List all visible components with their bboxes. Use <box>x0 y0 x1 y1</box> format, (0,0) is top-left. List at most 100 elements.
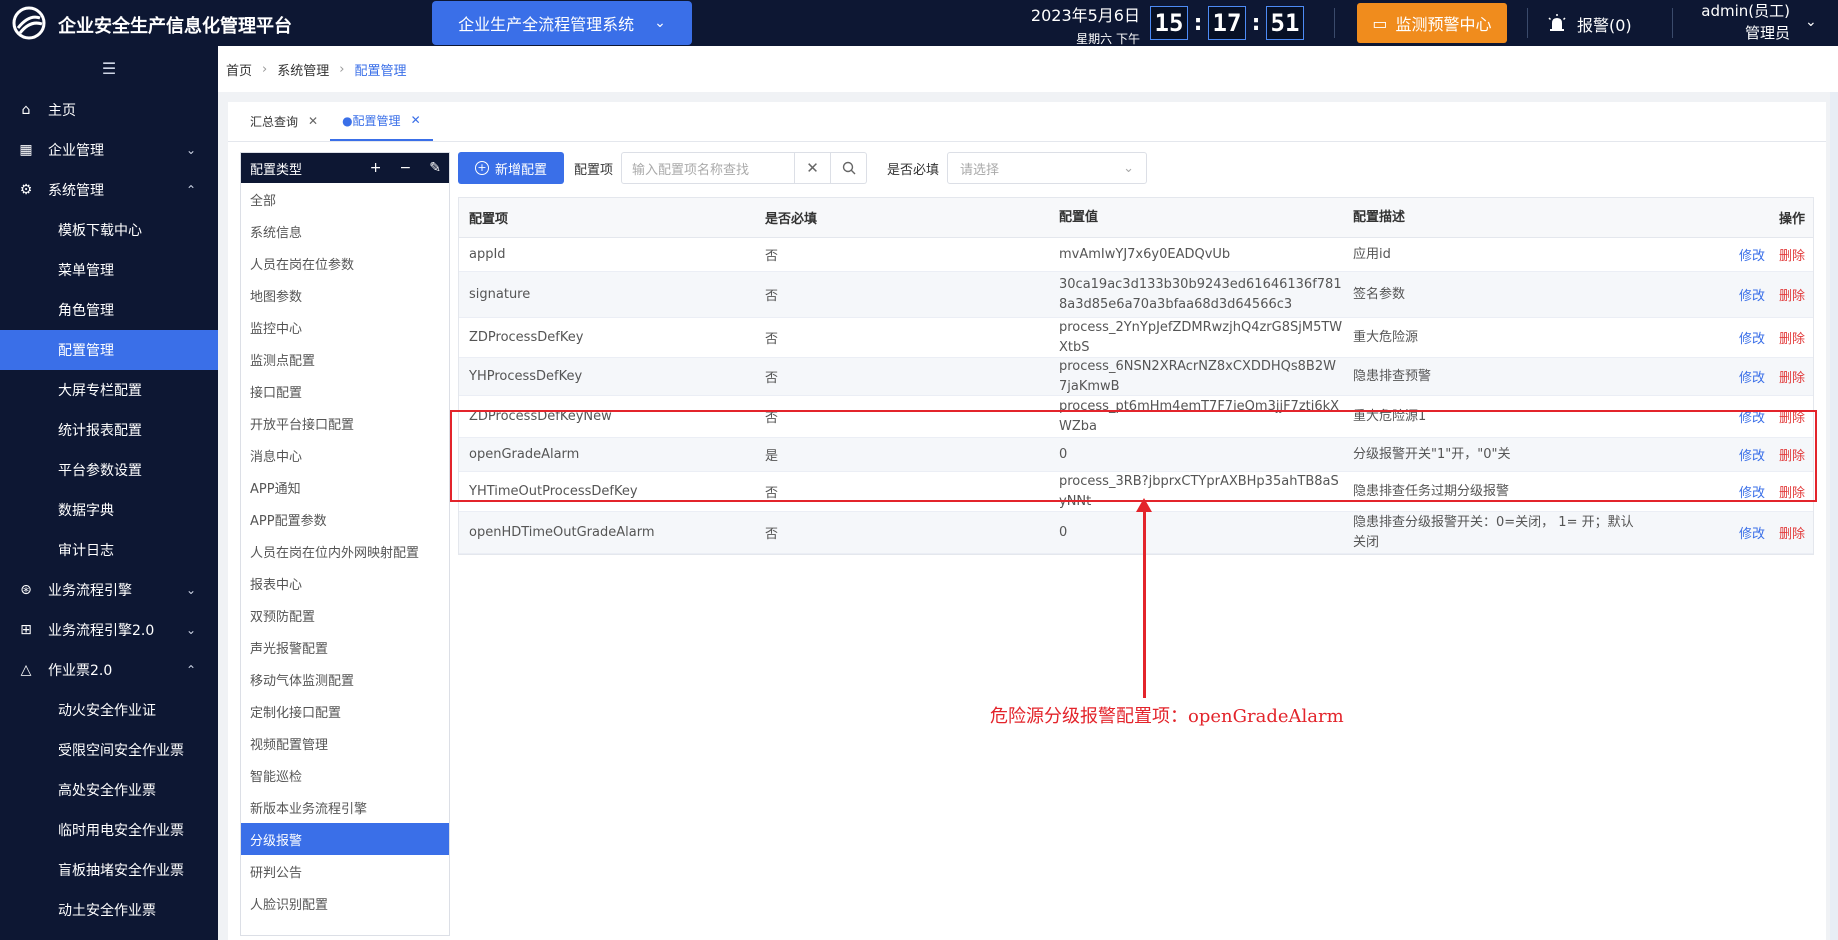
tab-summary-query[interactable]: 汇总查询 ✕ <box>238 101 330 141</box>
required-select[interactable]: 请选择 ⌄ <box>947 152 1148 184</box>
search-icon[interactable] <box>831 152 868 184</box>
delete-link[interactable]: 删除 <box>1779 523 1805 542</box>
delete-link[interactable]: 删除 <box>1779 285 1805 304</box>
sidebar-item-system[interactable]: ⚙ 系统管理 ⌃ <box>0 170 218 210</box>
chevron-down-icon: ⌄ <box>654 15 666 31</box>
config-type-list: 全部 系统信息 人员在岗在位参数 地图参数 监控中心 监测点配置 接口配置 开放平台接口配置消… <box>241 183 449 919</box>
sidebar-subitem[interactable]: 菜单管理 <box>0 250 218 290</box>
sidebar-subitem[interactable]: 审计日志 <box>0 530 218 570</box>
delete-link[interactable]: 删除 <box>1779 367 1805 386</box>
config-type-item[interactable]: 人员在岗在位内外网映射配置 <box>241 535 449 567</box>
tab-config-management[interactable]: ●配置管理 ✕ <box>330 101 433 141</box>
config-type-item[interactable]: 系统信息 <box>241 215 449 247</box>
sidebar-item-home[interactable]: ⌂ 主页 <box>0 90 218 130</box>
config-type-item[interactable]: 智能巡检 <box>241 759 449 791</box>
platform-logo <box>12 6 46 40</box>
sidebar-item-flow-engine[interactable]: ⊛ 业务流程引擎 ⌄ <box>0 570 218 610</box>
chevron-up-icon: ⌃ <box>185 183 196 197</box>
config-type-item[interactable]: 定制化接口配置 <box>241 695 449 727</box>
required-cell: 否 <box>765 332 779 347</box>
clear-icon[interactable]: ✕ <box>795 152 832 184</box>
config-type-item[interactable]: 声光报警配置 <box>241 631 449 663</box>
column-header: 配置描述 <box>1353 209 1406 225</box>
edit-link[interactable]: 修改 <box>1739 245 1765 264</box>
edit-link[interactable]: 修改 <box>1739 328 1765 347</box>
clock-colon: : <box>1193 10 1203 36</box>
sidebar-subitem[interactable]: 数据字典 <box>0 490 218 530</box>
close-icon[interactable]: ✕ <box>308 114 318 128</box>
config-key-cell: ZDProcessDefKey <box>469 330 584 345</box>
config-type-item[interactable]: APP通知 <box>241 471 449 503</box>
config-type-item[interactable]: 视频配置管理 <box>241 727 449 759</box>
config-type-item[interactable]: 地图参数 <box>241 279 449 311</box>
config-item-label: 配置项 <box>574 162 614 178</box>
page-scrollbar[interactable] <box>1830 92 1838 940</box>
alarm-label: 报警(0) <box>1577 16 1632 35</box>
clock-colon: : <box>1251 10 1261 36</box>
config-type-item[interactable]: 监控中心 <box>241 311 449 343</box>
config-type-item[interactable]: 移动气体监测配置 <box>241 663 449 695</box>
config-type-item[interactable]: 监测点配置 <box>241 343 449 375</box>
sidebar-subitem[interactable]: 受限空间安全作业票 <box>0 730 218 770</box>
close-icon[interactable]: ✕ <box>411 113 421 127</box>
add-config-button[interactable]: + 新增配置 <box>458 152 564 184</box>
sidebar-item-work-ticket[interactable]: △ 作业票2.0 ⌃ <box>0 650 218 690</box>
system-selector[interactable]: 企业生产全流程管理系统 ⌄ <box>432 1 692 45</box>
config-type-item[interactable]: 新版本业务流程引擎 <box>241 791 449 823</box>
config-type-item[interactable]: APP配置参数 <box>241 503 449 535</box>
menu-collapse-icon[interactable]: ☰ <box>0 46 218 90</box>
tab-label: 汇总查询 <box>250 114 299 129</box>
date-display: 2023年5月6日 星期六 下午 <box>1030 2 1140 47</box>
user-menu[interactable]: admin(员工) 管理员 <box>1690 0 1790 44</box>
sidebar-subitem[interactable]: 动土安全作业票 <box>0 890 218 930</box>
config-type-item[interactable]: 人脸识别配置 <box>241 887 449 919</box>
breadcrumb-item[interactable]: 系统管理 <box>277 60 329 79</box>
required-select-placeholder: 请选择 <box>960 162 1000 178</box>
date-text: 2023年5月6日 <box>1030 6 1140 25</box>
config-desc-cell: 重大危险源 <box>1353 329 1419 345</box>
edit-link[interactable]: 修改 <box>1739 367 1765 386</box>
config-type-item[interactable]: 全部 <box>241 183 449 215</box>
chevron-right-icon: › <box>339 61 345 77</box>
monitor-center-button[interactable]: ▭ 监测预警中心 <box>1357 3 1507 43</box>
sidebar-subitem[interactable]: 临时用电安全作业票 <box>0 810 218 850</box>
chevron-down-icon: ⌄ <box>185 623 196 637</box>
config-type-item[interactable]: 报表中心 <box>241 567 449 599</box>
config-type-actions: + − ✎ <box>370 153 441 183</box>
edit-link[interactable]: 修改 <box>1739 523 1765 542</box>
sidebar-subitem[interactable]: 动火安全作业证 <box>0 690 218 730</box>
chevron-down-icon[interactable]: ⌄ <box>1805 14 1817 30</box>
sidebar-item-enterprise[interactable]: ▦ 企业管理 ⌄ <box>0 130 218 170</box>
sidebar-item-flow-engine-2[interactable]: ⊞ 业务流程引擎2.0 ⌄ <box>0 610 218 650</box>
delete-link[interactable]: 删除 <box>1779 328 1805 347</box>
required-cell: 否 <box>765 371 779 386</box>
column-header: 配置值 <box>1059 209 1099 225</box>
config-type-item[interactable]: 开放平台接口配置 <box>241 407 449 439</box>
delete-link[interactable]: 删除 <box>1779 245 1805 264</box>
breadcrumb-item[interactable]: 首页 <box>226 60 252 79</box>
sidebar-subitem[interactable]: 统计报表配置 <box>0 410 218 450</box>
edit-icon[interactable]: ✎ <box>429 160 441 176</box>
config-type-item[interactable]: 分级报警 <box>241 823 449 855</box>
sidebar-subitem[interactable]: 盲板抽堵安全作业票 <box>0 850 218 890</box>
search-input[interactable]: 输入配置项名称查找 <box>621 152 796 184</box>
minus-icon[interactable]: − <box>400 160 412 176</box>
config-type-item[interactable]: 人员在岗在位参数 <box>241 247 449 279</box>
alarm-button[interactable]: 报警(0) <box>1547 12 1632 36</box>
sidebar: ☰ ⌂ 主页 ▦ 企业管理 ⌄ ⚙ 系统管理 ⌃ 模板下载中心 菜单管理 角色管… <box>0 46 218 940</box>
sidebar-subitem-active[interactable]: 配置管理 <box>0 330 218 370</box>
config-type-item[interactable]: 接口配置 <box>241 375 449 407</box>
header-divider <box>1672 8 1673 38</box>
sidebar-subitem[interactable]: 平台参数设置 <box>0 450 218 490</box>
sidebar-subitem[interactable]: 模板下载中心 <box>0 210 218 250</box>
sidebar-subitem[interactable]: 高处安全作业票 <box>0 770 218 810</box>
config-type-item[interactable]: 消息中心 <box>241 439 449 471</box>
edit-link[interactable]: 修改 <box>1739 285 1765 304</box>
config-type-panel: 配置类型 + − ✎ 全部 系统信息 人员在岗在位参数 地图参数 监控中心 监测点配置 接口… <box>240 152 450 936</box>
config-type-item[interactable]: 双预防配置 <box>241 599 449 631</box>
sidebar-subitem[interactable]: 角色管理 <box>0 290 218 330</box>
add-icon[interactable]: + <box>370 160 382 176</box>
config-type-item[interactable]: 研判公告 <box>241 855 449 887</box>
sidebar-subitem[interactable]: 大屏专栏配置 <box>0 370 218 410</box>
building-icon: ▦ <box>19 142 33 158</box>
